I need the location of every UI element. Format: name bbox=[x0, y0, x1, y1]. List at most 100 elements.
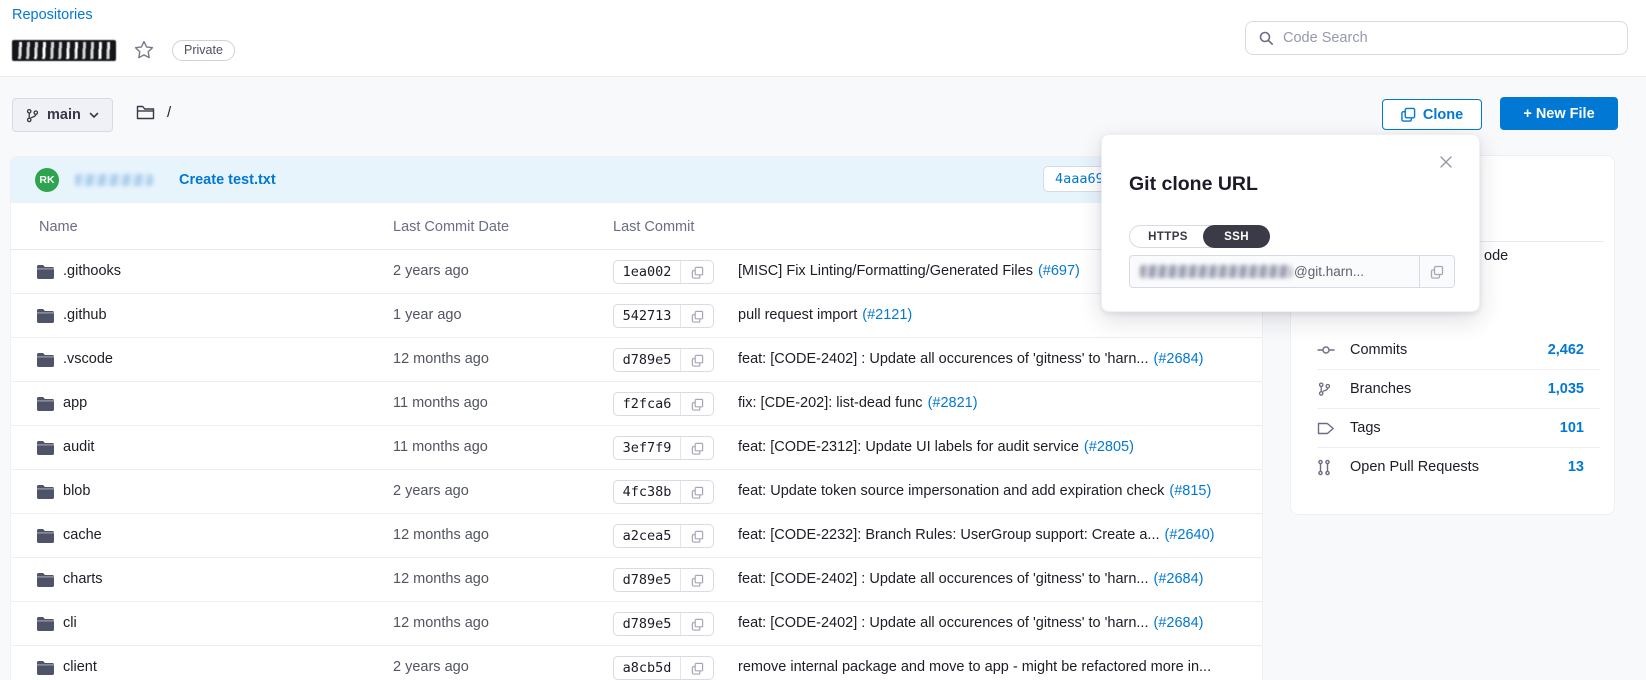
code-search-input[interactable] bbox=[1283, 30, 1615, 46]
file-name: audit bbox=[63, 439, 94, 455]
stat-label: Open Pull Requests bbox=[1350, 459, 1479, 475]
commit-message-cell: feat: [CODE-2232]: Branch Rules: UserGro… bbox=[738, 527, 1214, 543]
table-row[interactable]: audit 11 months ago 3ef7f9 feat: [CODE-2… bbox=[11, 426, 1262, 470]
copy-sha-button[interactable] bbox=[680, 569, 713, 591]
repo-stat-row[interactable]: Open Pull Requests 13 bbox=[1317, 447, 1600, 486]
folder-icon[interactable] bbox=[136, 104, 155, 121]
file-browser-card: RK Create test.txt Name Last Commit Date… bbox=[10, 156, 1263, 680]
commit-sha: 3ef7f9 bbox=[614, 437, 680, 459]
commit-sha-pill[interactable]: f2fca6 bbox=[613, 392, 714, 416]
commit-message-cell: feat: Update token source impersonation … bbox=[738, 483, 1211, 499]
repo-name-redacted bbox=[12, 40, 116, 61]
commit-sha-pill[interactable]: 542713 bbox=[613, 304, 714, 328]
folder-icon bbox=[37, 397, 54, 416]
pull-request-link[interactable]: (#697) bbox=[1038, 263, 1080, 279]
folder-icon bbox=[37, 309, 54, 328]
file-name: .githooks bbox=[63, 263, 121, 279]
table-row[interactable]: .githooks 2 years ago 1ea002 [MISC] Fix … bbox=[11, 250, 1262, 294]
pull-request-icon bbox=[1317, 459, 1335, 476]
folder-icon bbox=[37, 485, 54, 504]
commit-sha: d789e5 bbox=[614, 613, 680, 635]
commit-sha-pill[interactable]: d789e5 bbox=[613, 348, 714, 372]
pull-request-link[interactable]: (#2684) bbox=[1154, 351, 1204, 367]
pull-request-link[interactable]: (#2684) bbox=[1154, 615, 1204, 631]
branch-name: main bbox=[47, 107, 81, 123]
copy-sha-button[interactable] bbox=[680, 261, 713, 283]
breadcrumb-repositories[interactable]: Repositories bbox=[12, 7, 93, 23]
last-commit-date: 12 months ago bbox=[393, 527, 489, 543]
close-icon[interactable] bbox=[1439, 155, 1453, 169]
pull-request-link[interactable]: (#2121) bbox=[862, 307, 912, 323]
repository-page: Repositories Private main / bbox=[0, 0, 1646, 680]
file-name: blob bbox=[63, 483, 90, 499]
repo-stats-list: Commits 2,462 Branches 1,035 Tags 101 Op… bbox=[1317, 330, 1600, 486]
git-branch-icon bbox=[25, 108, 40, 123]
copy-sha-button[interactable] bbox=[680, 349, 713, 371]
copy-sha-button[interactable] bbox=[680, 657, 713, 679]
clone-button[interactable]: Clone bbox=[1382, 99, 1482, 130]
copy-sha-button[interactable] bbox=[680, 305, 713, 327]
table-header-row: Name Last Commit Date Last Commit bbox=[11, 203, 1262, 250]
stat-label: Branches bbox=[1350, 381, 1411, 397]
clone-url-visible-tail: @git.harn... bbox=[1294, 264, 1364, 279]
commit-sha-pill[interactable]: 4fc38b bbox=[613, 480, 714, 504]
pull-request-link[interactable]: (#2805) bbox=[1084, 439, 1134, 455]
commit-sha: d789e5 bbox=[614, 349, 680, 371]
tab-https[interactable]: HTTPS bbox=[1130, 226, 1206, 247]
table-row[interactable]: blob 2 years ago 4fc38b feat: Update tok… bbox=[11, 470, 1262, 514]
repo-stat-row[interactable]: Commits 2,462 bbox=[1317, 330, 1600, 369]
commit-sha: d789e5 bbox=[614, 569, 680, 591]
copy-sha-button[interactable] bbox=[680, 525, 713, 547]
clone-url-input[interactable]: @git.harn... bbox=[1130, 256, 1419, 287]
pull-request-link[interactable]: (#2640) bbox=[1165, 527, 1215, 543]
commit-message-cell: pull request import (#2121) bbox=[738, 307, 912, 323]
pull-request-link[interactable]: (#2821) bbox=[928, 395, 978, 411]
table-row[interactable]: cli 12 months ago d789e5 feat: [CODE-240… bbox=[11, 602, 1262, 646]
commit-message: pull request import bbox=[738, 307, 857, 323]
folder-icon bbox=[37, 529, 54, 548]
commit-sha: 1ea002 bbox=[614, 261, 680, 283]
table-row[interactable]: cache 12 months ago a2cea5 feat: [CODE-2… bbox=[11, 514, 1262, 558]
commit-sha-pill[interactable]: 3ef7f9 bbox=[613, 436, 714, 460]
commit-sha-pill[interactable]: 1ea002 bbox=[613, 260, 714, 284]
table-row[interactable]: .vscode 12 months ago d789e5 feat: [CODE… bbox=[11, 338, 1262, 382]
table-row[interactable]: app 11 months ago f2fca6 fix: [CDE-202]:… bbox=[11, 382, 1262, 426]
table-row[interactable]: charts 12 months ago d789e5 feat: [CODE-… bbox=[11, 558, 1262, 602]
commit-message: feat: [CODE-2402] : Update all occurence… bbox=[738, 351, 1149, 367]
commit-sha-pill[interactable]: a2cea5 bbox=[613, 524, 714, 548]
latest-commit-link[interactable]: Create test.txt bbox=[179, 172, 276, 188]
file-name: .github bbox=[63, 307, 107, 323]
repo-stat-row[interactable]: Tags 101 bbox=[1317, 408, 1600, 447]
stat-value: 101 bbox=[1560, 420, 1600, 436]
column-header-last-commit: Last Commit bbox=[613, 219, 694, 235]
pull-request-link[interactable]: (#2684) bbox=[1154, 571, 1204, 587]
table-row[interactable]: .github 1 year ago 542713 pull request i… bbox=[11, 294, 1262, 338]
folder-icon bbox=[37, 441, 54, 460]
copy-sha-button[interactable] bbox=[680, 613, 713, 635]
new-file-button[interactable]: + New File bbox=[1500, 97, 1618, 130]
copy-sha-button[interactable] bbox=[680, 437, 713, 459]
git-clone-popover: Git clone URL HTTPS SSH @git.harn... bbox=[1101, 134, 1480, 312]
file-name: client bbox=[63, 659, 97, 675]
copy-url-button[interactable] bbox=[1419, 256, 1454, 287]
commit-sha-pill[interactable]: a8cb5d bbox=[613, 656, 714, 680]
branch-selector[interactable]: main bbox=[12, 98, 113, 132]
copy-sha-button[interactable] bbox=[680, 393, 713, 415]
commit-sha-pill[interactable]: d789e5 bbox=[613, 568, 714, 592]
copy-sha-button[interactable] bbox=[680, 481, 713, 503]
folder-icon bbox=[37, 617, 54, 636]
commit-message: feat: [CODE-2402] : Update all occurence… bbox=[738, 615, 1149, 631]
commit-message-cell: [MISC] Fix Linting/Formatting/Generated … bbox=[738, 263, 1080, 279]
commit-icon bbox=[1317, 342, 1335, 358]
tab-ssh[interactable]: SSH bbox=[1203, 225, 1270, 248]
pull-request-link[interactable]: (#815) bbox=[1169, 483, 1211, 499]
star-icon[interactable] bbox=[130, 38, 158, 62]
latest-commit-sha: 4aaa69 bbox=[1055, 171, 1104, 187]
repo-stat-row[interactable]: Branches 1,035 bbox=[1317, 369, 1600, 408]
commit-sha-pill[interactable]: d789e5 bbox=[613, 612, 714, 636]
chevron-down-icon bbox=[88, 109, 100, 121]
commit-message-cell: feat: [CODE-2402] : Update all occurence… bbox=[738, 615, 1203, 631]
last-commit-date: 2 years ago bbox=[393, 659, 469, 675]
table-row[interactable]: client 2 years ago a8cb5d remove interna… bbox=[11, 646, 1262, 680]
stat-value: 1,035 bbox=[1548, 381, 1600, 397]
